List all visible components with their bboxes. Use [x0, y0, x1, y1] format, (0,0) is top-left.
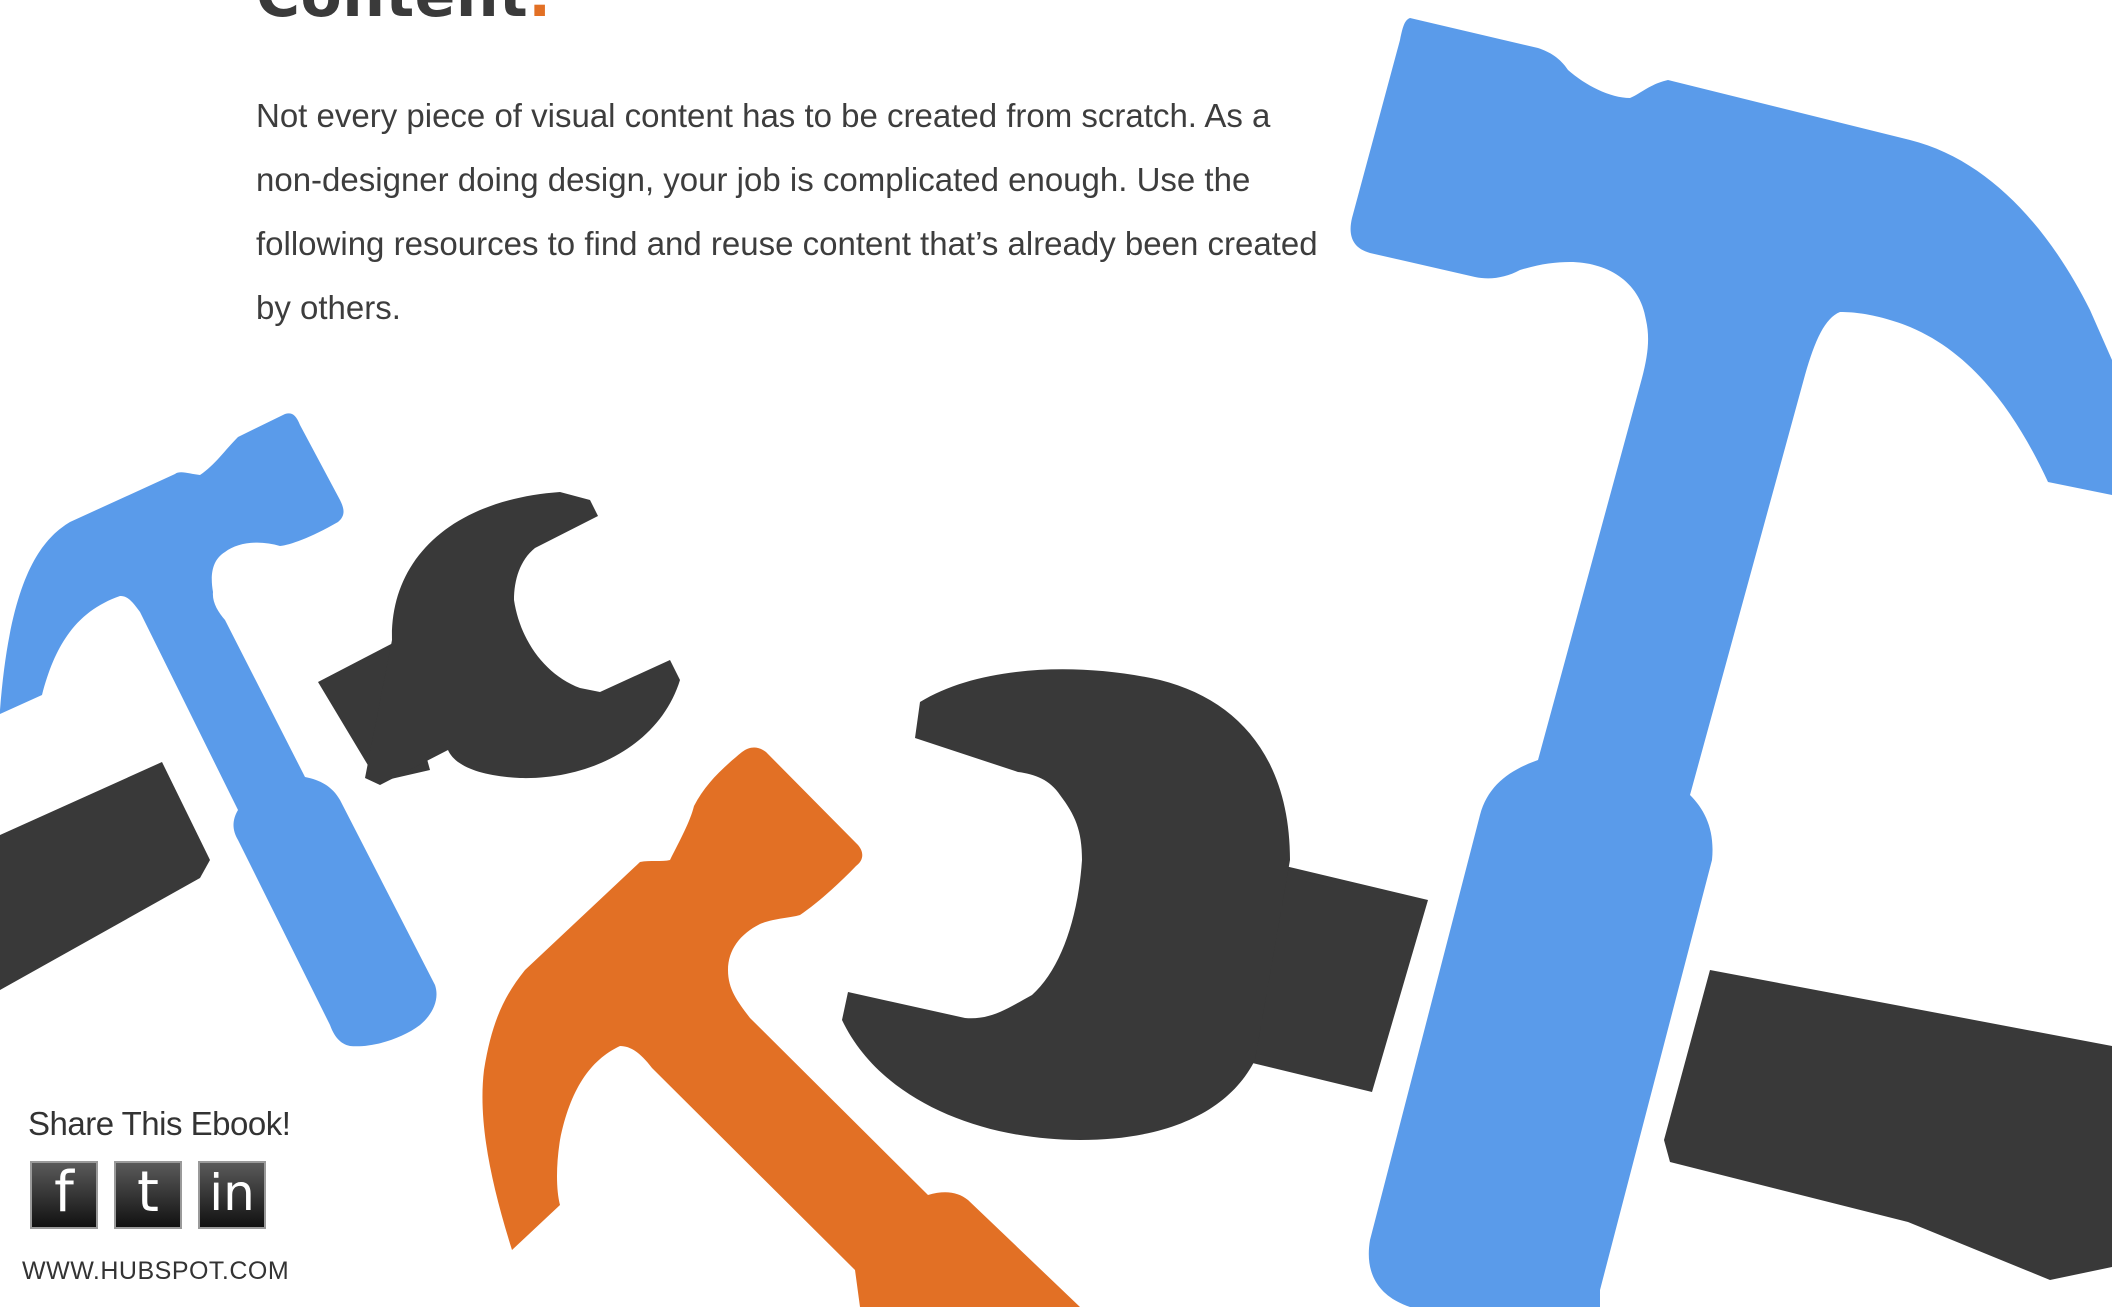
intro-paragraph: Not every piece of visual content has to…: [256, 97, 1318, 326]
share-section: Share This Ebook! f t in: [28, 1105, 291, 1229]
small-wrench-icon: [318, 492, 680, 785]
twitter-glyph: t: [137, 1160, 159, 1225]
social-icons: f t in: [30, 1161, 290, 1229]
facebook-glyph: f: [54, 1160, 74, 1225]
title-accent-dot: .: [528, 0, 551, 31]
share-label: Share This Ebook!: [28, 1105, 291, 1142]
page-title: Content.: [256, 0, 552, 26]
linkedin-glyph: in: [209, 1164, 255, 1222]
site-url-link[interactable]: WWW.HUBSPOT.COM: [22, 1257, 289, 1286]
twitter-icon[interactable]: t: [114, 1161, 182, 1229]
small-wrench-handle-left: [0, 762, 210, 990]
linkedin-icon[interactable]: in: [198, 1161, 266, 1229]
title-word: Content: [256, 0, 528, 31]
facebook-icon[interactable]: f: [30, 1161, 98, 1229]
